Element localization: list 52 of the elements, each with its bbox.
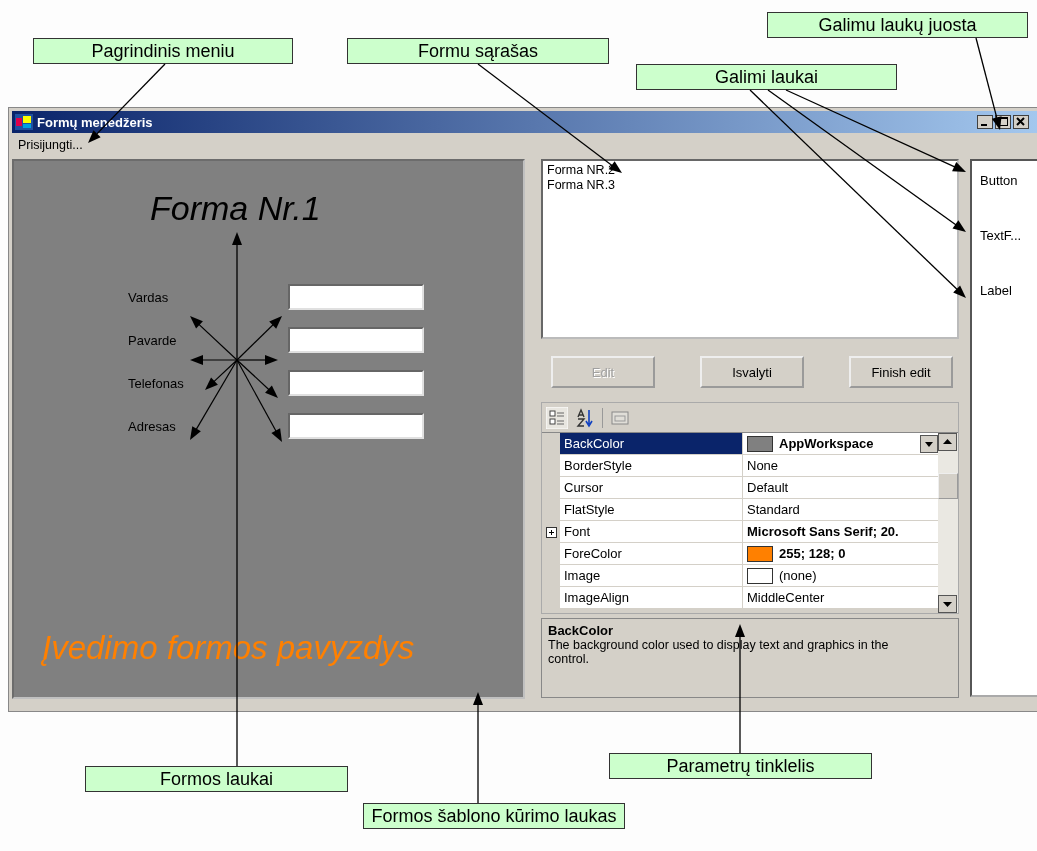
property-name[interactable]: ForeColor [560,543,743,565]
app-icon [15,114,33,130]
scroll-thumb[interactable] [938,473,958,499]
toolbox-item[interactable]: Label [980,283,1012,298]
property-name[interactable]: Cursor [560,477,743,499]
categorized-icon[interactable] [546,406,568,429]
action-button[interactable]: Finish edit [849,356,953,388]
description-title: BackColor [548,623,615,638]
form-title: Forma Nr.1 [150,189,322,228]
property-value[interactable]: Default [747,480,789,495]
field-label: Adresas [128,418,177,434]
property-value[interactable]: 255; 128; 0 [779,546,846,561]
property-value[interactable]: Standard [747,502,800,517]
toolbox-item[interactable]: TextF... [980,228,1022,243]
scroll-down-icon[interactable] [938,595,957,613]
callout-label: Formos laukai [85,766,348,792]
field-label: Pavarde [128,332,178,348]
callout-label: Parametrų tinklelis [609,753,872,779]
field-label: Telefonas [128,375,185,391]
callout-label: Formu sąrašas [347,38,609,64]
menu-item[interactable]: Prisijungti... [18,138,83,152]
close-icon[interactable] [1013,115,1029,129]
input-field[interactable] [288,370,424,396]
property-value[interactable]: Microsoft Sans Serif; 20. [747,524,899,539]
input-field[interactable] [288,284,424,310]
sort-icon[interactable] [574,406,596,429]
property-value[interactable]: None [747,458,779,473]
property-name[interactable]: ImageAlign [560,587,743,609]
callout-label: Pagrindinis meniu [33,38,293,64]
property-name[interactable]: BorderStyle [560,455,743,477]
window-title: Formų menedžeris [37,114,153,130]
field-label: Vardas [128,289,170,305]
callout-label: Formos šablono kūrimo laukas [363,803,625,829]
callout-label: Galimi laukai [636,64,897,90]
action-button[interactable]: Isvalyti [700,356,804,388]
form-list-item[interactable]: Forma NR.3 [547,178,953,193]
expand-icon[interactable] [545,526,557,538]
toolbox-item[interactable]: Button [980,173,1018,188]
minimize-icon[interactable] [977,115,993,129]
property-value[interactable]: AppWorkspace [779,436,874,451]
property-name[interactable]: Font [560,521,743,543]
property-value[interactable]: MiddleCenter [747,590,825,605]
property-name[interactable]: BackColor [560,433,743,455]
dropdown-caret-icon[interactable] [920,434,938,453]
input-field[interactable] [288,413,424,439]
scroll-up-icon[interactable] [938,433,957,451]
property-value[interactable]: (none) [779,568,817,583]
property-name[interactable]: Image [560,565,743,587]
property-name[interactable]: FlatStyle [560,499,743,521]
callout-label: Galimu laukų juosta [767,12,1028,38]
scrollbar[interactable] [938,433,958,613]
input-field[interactable] [288,327,424,353]
